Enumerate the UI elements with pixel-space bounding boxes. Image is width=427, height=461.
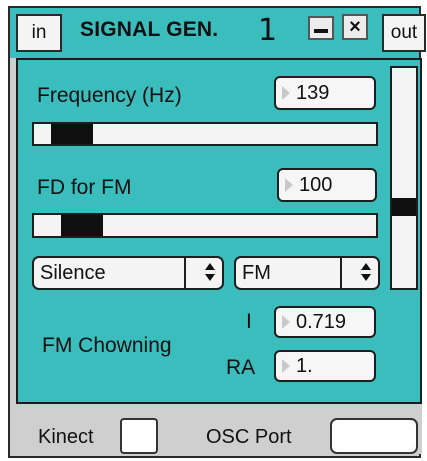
in-port-button[interactable]: in bbox=[16, 14, 62, 52]
kinect-label: Kinect bbox=[38, 426, 94, 448]
updown-arrows-icon bbox=[204, 262, 216, 282]
frequency-label: Frequency (Hz) bbox=[37, 84, 182, 107]
fd-label: FD for FM bbox=[37, 176, 132, 199]
source-menu[interactable]: Silence bbox=[32, 256, 224, 290]
fd-number-box[interactable]: 100 bbox=[277, 168, 377, 202]
i-label: I bbox=[246, 310, 252, 333]
fm-chowning-label: FM Chowning bbox=[42, 334, 172, 357]
close-button[interactable]: × bbox=[342, 14, 368, 40]
mode-menu[interactable]: FM bbox=[234, 256, 380, 290]
updown-arrows-icon bbox=[360, 262, 372, 282]
ra-value: 1. bbox=[296, 354, 313, 377]
frequency-number-box[interactable]: 139 bbox=[274, 76, 376, 110]
number-triangle-icon bbox=[282, 86, 290, 100]
mode-menu-value: FM bbox=[242, 261, 271, 284]
osc-port-label: OSC Port bbox=[206, 426, 292, 448]
slider-knob[interactable] bbox=[60, 215, 103, 236]
vertical-slider[interactable] bbox=[390, 66, 418, 290]
i-value: 0.719 bbox=[296, 310, 347, 333]
frequency-value: 139 bbox=[296, 81, 330, 104]
close-icon: × bbox=[349, 15, 361, 38]
number-triangle-icon bbox=[285, 178, 293, 192]
fd-slider[interactable] bbox=[32, 213, 378, 238]
ra-number-box[interactable]: 1. bbox=[274, 350, 376, 382]
in-port-label: in bbox=[31, 22, 47, 43]
slider-knob[interactable] bbox=[392, 197, 416, 216]
osc-port-input[interactable] bbox=[330, 418, 418, 454]
window-instance-number: 1 bbox=[258, 13, 278, 48]
ra-label: RA bbox=[226, 356, 256, 379]
number-triangle-icon bbox=[282, 359, 290, 373]
i-number-box[interactable]: 0.719 bbox=[274, 306, 376, 338]
source-menu-value: Silence bbox=[40, 261, 106, 284]
minimize-icon bbox=[314, 29, 328, 33]
out-port-label: out bbox=[390, 22, 418, 43]
slider-knob[interactable] bbox=[50, 124, 93, 144]
kinect-checkbox[interactable] bbox=[120, 418, 158, 454]
fd-value: 100 bbox=[299, 173, 333, 196]
minimize-button[interactable] bbox=[308, 16, 334, 40]
menu-divider bbox=[340, 258, 342, 288]
out-port-button[interactable]: out bbox=[382, 14, 426, 52]
number-triangle-icon bbox=[282, 315, 290, 329]
menu-divider bbox=[184, 258, 186, 288]
frequency-slider[interactable] bbox=[32, 122, 378, 146]
window-title: SIGNAL GEN. bbox=[80, 18, 219, 41]
